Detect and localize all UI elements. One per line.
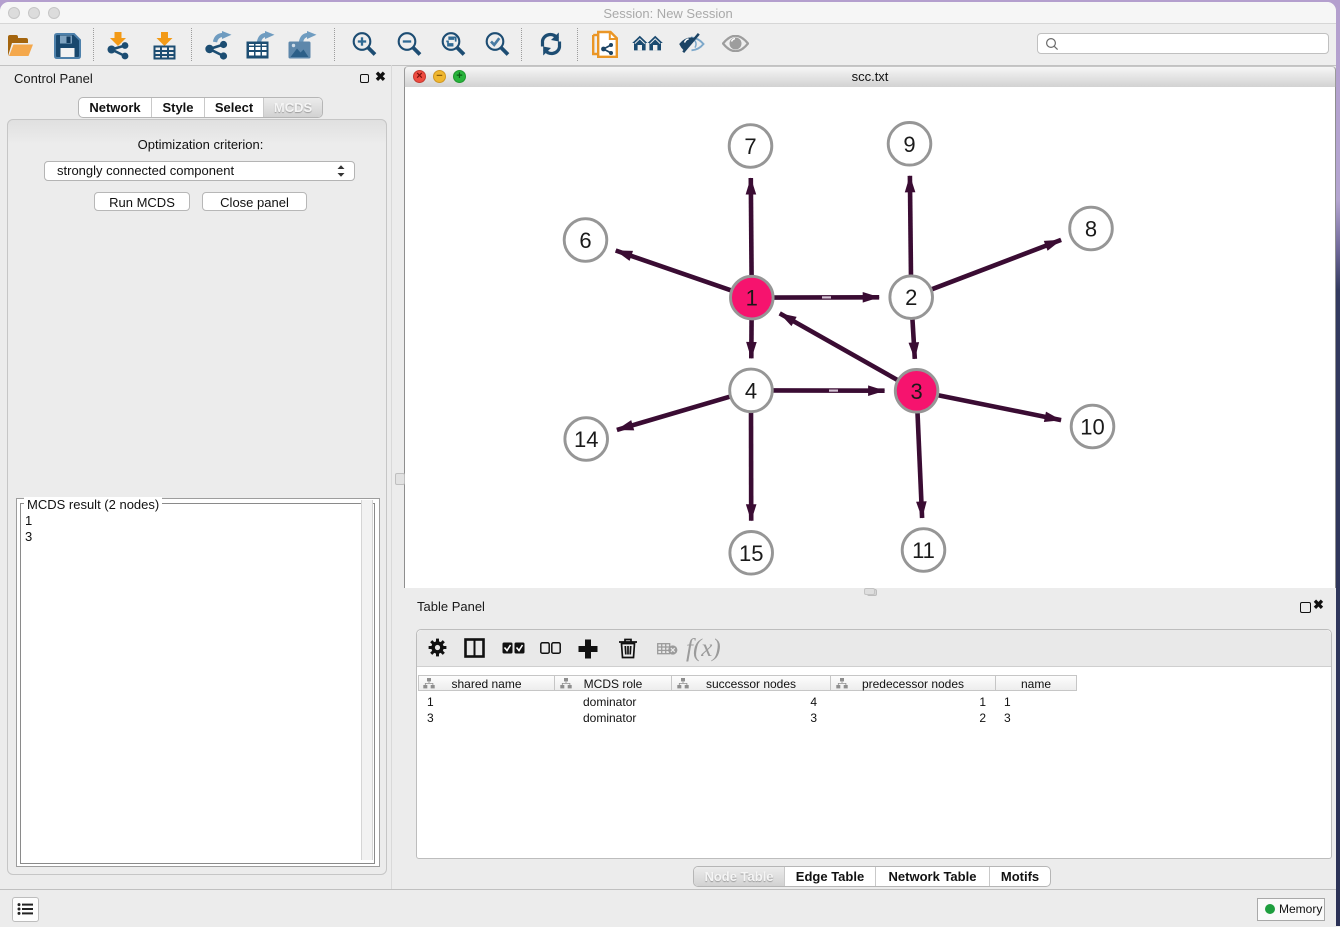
svg-text:11: 11 xyxy=(912,538,935,563)
svg-text:8: 8 xyxy=(1085,217,1097,242)
svg-text:1: 1 xyxy=(746,286,758,311)
svg-text:15: 15 xyxy=(739,541,763,566)
svg-text:14: 14 xyxy=(574,427,598,452)
svg-text:10: 10 xyxy=(1080,415,1104,440)
svg-text:7: 7 xyxy=(744,134,756,159)
svg-text:2: 2 xyxy=(905,285,917,310)
svg-text:9: 9 xyxy=(903,132,915,157)
svg-text:6: 6 xyxy=(579,228,591,253)
svg-text:4: 4 xyxy=(745,378,757,403)
svg-text:3: 3 xyxy=(910,379,922,404)
